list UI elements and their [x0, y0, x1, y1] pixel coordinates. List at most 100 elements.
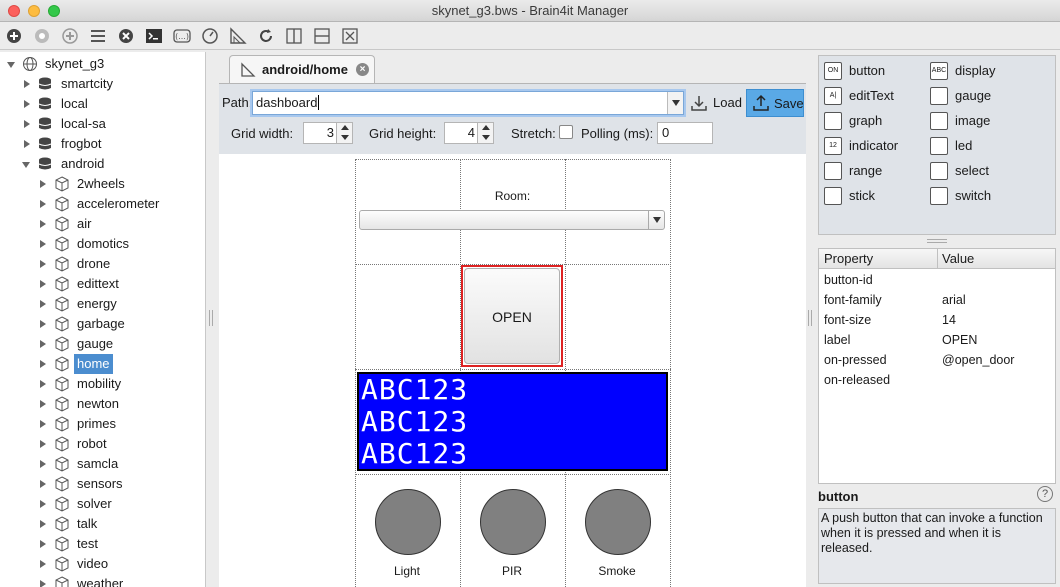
save-button[interactable]: Save: [746, 89, 804, 117]
window-title: skynet_g3.bws - Brain4it Manager: [431, 3, 629, 18]
tree-item-garbage[interactable]: garbage: [0, 314, 200, 334]
tree-module-frogbot[interactable]: frogbot: [0, 134, 200, 154]
grid-height-spinner[interactable]: 4: [444, 122, 494, 144]
tree-item-robot[interactable]: robot: [0, 434, 200, 454]
palette-item-graph[interactable]: graph: [824, 111, 924, 131]
function-button[interactable]: (...): [172, 26, 192, 46]
tree-module-local-sa[interactable]: local-sa: [0, 114, 200, 134]
palette-item-indicator[interactable]: 12 indicator: [824, 136, 924, 156]
grid-width-spinner[interactable]: 3: [303, 122, 353, 144]
help-icon[interactable]: ?: [1037, 486, 1053, 502]
property-row[interactable]: font-size 14: [819, 310, 1055, 330]
tree-item-home[interactable]: home: [0, 354, 200, 374]
add-item-button[interactable]: [60, 26, 80, 46]
window-minimize-button[interactable]: [28, 5, 40, 17]
tree-item-domotics[interactable]: domotics: [0, 234, 200, 254]
tree-item-sensors[interactable]: sensors: [0, 474, 200, 494]
palette-item-stick[interactable]: stick: [824, 186, 924, 206]
property-row[interactable]: on-pressed @open_door: [819, 350, 1055, 370]
title-bar: skynet_g3.bws - Brain4it Manager: [0, 0, 1060, 22]
dashboard-button[interactable]: [200, 26, 220, 46]
download-icon: [691, 96, 707, 111]
graph-icon: [824, 112, 842, 130]
tree-item-energy[interactable]: energy: [0, 294, 200, 314]
tree-item-air[interactable]: air: [0, 214, 200, 234]
stick-icon: [824, 187, 842, 205]
tab-android-home[interactable]: android/home ×: [229, 55, 375, 83]
palette-item-range[interactable]: range: [824, 161, 924, 181]
tree-module-smartcity[interactable]: smartcity: [0, 74, 200, 94]
cube-icon: [55, 536, 69, 552]
path-input[interactable]: dashboard: [252, 91, 684, 115]
tree-module-local[interactable]: local: [0, 94, 200, 114]
polling-input[interactable]: 0: [657, 122, 713, 144]
workspace-tree[interactable]: skynet_g3 smartcity local local-sa frogbot a…: [0, 52, 206, 587]
cube-icon: [55, 576, 69, 587]
tree-item-edittext[interactable]: edittext: [0, 274, 200, 294]
window-maximize-button[interactable]: [48, 5, 60, 17]
gauge-smoke[interactable]: [585, 489, 651, 555]
tree-item-newton[interactable]: newton: [0, 394, 200, 414]
gauge-pir[interactable]: [480, 489, 546, 555]
tree-item-2wheels[interactable]: 2wheels: [0, 174, 200, 194]
console-button[interactable]: [144, 26, 164, 46]
palette-item-editText[interactable]: A| editText: [824, 86, 924, 106]
property-row[interactable]: on-released: [819, 370, 1055, 390]
stretch-checkbox[interactable]: [559, 125, 573, 139]
split-vertical-button[interactable]: [312, 26, 332, 46]
left-splitter[interactable]: [207, 52, 215, 587]
palette-item-switch[interactable]: switch: [930, 186, 1030, 206]
tree-item-mobility[interactable]: mobility: [0, 374, 200, 394]
palette-item-button[interactable]: ON button: [824, 61, 924, 81]
palette-item-gauge[interactable]: gauge: [930, 86, 1030, 106]
tab-close-icon[interactable]: ×: [356, 63, 369, 76]
property-row[interactable]: button-id: [819, 270, 1055, 290]
dashboard-canvas: Room: OPEN ABC123 ABC123 ABC123 Light PI…: [219, 154, 806, 587]
new-item-button[interactable]: [32, 26, 52, 46]
database-icon: [38, 77, 52, 90]
split-horizontal-button[interactable]: [284, 26, 304, 46]
property-row[interactable]: font-family arial: [819, 290, 1055, 310]
designer-button[interactable]: [228, 26, 248, 46]
open-button[interactable]: OPEN: [461, 265, 563, 367]
cube-icon: [55, 516, 69, 532]
tree-module-android[interactable]: android: [0, 154, 200, 174]
right-splitter[interactable]: [806, 52, 814, 587]
palette-item-led[interactable]: led: [930, 136, 1030, 156]
load-button[interactable]: Load: [690, 91, 742, 115]
stretch-label: Stretch:: [511, 126, 556, 141]
gauge-light[interactable]: [375, 489, 441, 555]
select-icon: [930, 162, 948, 180]
path-dropdown-button[interactable]: [667, 92, 683, 114]
list-button[interactable]: [88, 26, 108, 46]
tree-item-weather[interactable]: weather: [0, 574, 200, 587]
tree-item-solver[interactable]: solver: [0, 494, 200, 514]
tree-item-test[interactable]: test: [0, 534, 200, 554]
cube-icon: [55, 276, 69, 292]
gauge-icon: [202, 28, 218, 44]
window-close-button[interactable]: [8, 5, 20, 17]
close-split-button[interactable]: [340, 26, 360, 46]
property-table[interactable]: Property Value button-id font-family arial…: [818, 248, 1056, 484]
refresh-button[interactable]: [256, 26, 276, 46]
polling-label: Polling (ms):: [581, 126, 654, 141]
tree-root[interactable]: skynet_g3: [0, 54, 200, 74]
tree-item-drone[interactable]: drone: [0, 254, 200, 274]
palette-item-select[interactable]: select: [930, 161, 1030, 181]
palette-item-image[interactable]: image: [930, 111, 1030, 131]
remove-button[interactable]: [116, 26, 136, 46]
tree-item-talk[interactable]: talk: [0, 514, 200, 534]
palette-splitter[interactable]: [927, 239, 947, 243]
tree-item-gauge[interactable]: gauge: [0, 334, 200, 354]
tree-item-accelerometer[interactable]: accelerometer: [0, 194, 200, 214]
room-select[interactable]: [359, 210, 665, 230]
tree-item-primes[interactable]: primes: [0, 414, 200, 434]
property-row[interactable]: label OPEN: [819, 330, 1055, 350]
tree-item-video[interactable]: video: [0, 554, 200, 574]
cube-icon: [55, 196, 69, 212]
tree-item-samcla[interactable]: samcla: [0, 454, 200, 474]
gauge-light-label: Light: [393, 564, 421, 578]
add-module-button[interactable]: [4, 26, 24, 46]
palette-item-display[interactable]: ABC display: [930, 61, 1030, 81]
chevron-down-icon: [648, 211, 664, 229]
